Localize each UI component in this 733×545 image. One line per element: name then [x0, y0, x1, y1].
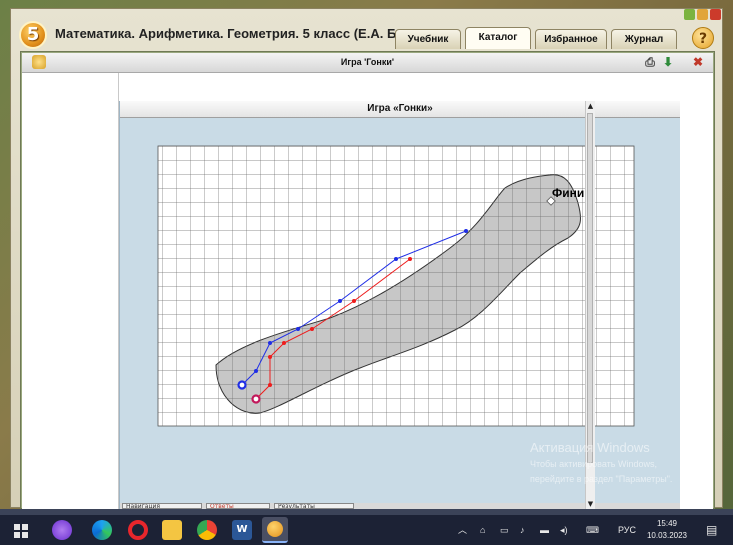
notifications-icon[interactable]: ▤: [706, 515, 717, 545]
dice-icon: [32, 55, 46, 69]
tab-journal[interactable]: Журнал: [611, 29, 677, 49]
tray-network-icon[interactable]: ⌂: [480, 515, 485, 545]
edge-browser-icon[interactable]: [92, 520, 112, 540]
red-point: [310, 327, 314, 331]
scroll-thumb[interactable]: [587, 113, 593, 463]
red-point: [408, 257, 412, 261]
tab-favorites[interactable]: Избранное: [535, 29, 607, 49]
close-game-icon[interactable]: ✖: [691, 55, 705, 69]
scroll-up-icon[interactable]: ▲: [586, 101, 595, 111]
volume-icon[interactable]: ◂): [560, 515, 568, 545]
clock-time: 15:49: [656, 519, 678, 528]
blue-point: [268, 341, 272, 345]
app-circle-icon[interactable]: [52, 520, 72, 540]
red-point: [352, 299, 356, 303]
chrome-icon[interactable]: [197, 520, 217, 540]
tray-device-icon[interactable]: ▭: [500, 515, 509, 545]
panel-heading: Игра «Гонки»: [120, 101, 680, 118]
tray-battery-icon[interactable]: ▬: [540, 515, 549, 545]
help-button[interactable]: ?: [692, 27, 714, 49]
race-panel: Игра «Гонки» Финиш Навигация Ответы Резу…: [119, 101, 680, 509]
app-title: Математика. Арифметика. Геометрия. 5 кла…: [55, 26, 401, 41]
clock-date: 10.03.2023: [646, 531, 688, 540]
tab-textbook[interactable]: Учебник: [395, 29, 461, 49]
minimize-icon[interactable]: [684, 9, 695, 20]
left-pane: [22, 73, 119, 509]
race-board[interactable]: Финиш: [120, 118, 680, 503]
blue-point: [394, 257, 398, 261]
blue-point: [464, 229, 468, 233]
blue-point: [296, 327, 300, 331]
download-icon[interactable]: ⬇: [661, 55, 675, 69]
red-car[interactable]: [251, 394, 261, 404]
maximize-icon[interactable]: [697, 9, 708, 20]
windows-start-icon[interactable]: [14, 523, 28, 538]
keyboard-icon[interactable]: ⌨: [586, 515, 599, 545]
word-icon[interactable]: W: [232, 520, 252, 540]
language-indicator[interactable]: РУС: [618, 515, 636, 545]
red-point: [282, 341, 286, 345]
clock[interactable]: 15:49 10.03.2023: [646, 518, 688, 542]
active-app-icon[interactable]: [262, 517, 288, 543]
red-point: [268, 383, 272, 387]
tray-chevron-icon[interactable]: ︿: [458, 515, 467, 545]
print-icon[interactable]: ⎙: [643, 55, 657, 69]
tray-mic-icon[interactable]: ♪: [520, 515, 525, 545]
game-window-titlebar: Игра 'Гонки' ⎙ ⬇ ✖: [22, 53, 713, 73]
math-app-icon: [267, 521, 283, 537]
red-point: [268, 355, 272, 359]
game-window: Игра 'Гонки' ⎙ ⬇ ✖ Игра «Гонки» Финиш На…: [20, 51, 715, 509]
blue-car[interactable]: [237, 380, 247, 390]
game-window-title: Игра 'Гонки': [340, 57, 395, 67]
blue-point: [338, 299, 342, 303]
logo-badge: 5: [19, 21, 47, 49]
vertical-scrollbar[interactable]: ▲ ▼: [585, 101, 595, 509]
race-board-svg: Финиш: [157, 145, 635, 427]
blue-point: [254, 369, 258, 373]
game-content: Игра «Гонки» Финиш Навигация Ответы Резу…: [22, 73, 713, 509]
taskbar: W ︿ ⌂ ▭ ♪ ▬ ◂) ⌨ РУС 15:49 10.03.2023 ▤: [0, 515, 733, 545]
file-explorer-icon[interactable]: [162, 520, 182, 540]
opera-icon[interactable]: [128, 520, 148, 540]
app-window: 5 Математика. Арифметика. Геометрия. 5 к…: [10, 8, 723, 509]
scroll-down-icon[interactable]: ▼: [586, 499, 595, 509]
app-header: 5 Математика. Арифметика. Геометрия. 5 к…: [11, 9, 722, 49]
tab-catalog[interactable]: Каталог: [465, 27, 531, 49]
close-icon[interactable]: [710, 9, 721, 20]
